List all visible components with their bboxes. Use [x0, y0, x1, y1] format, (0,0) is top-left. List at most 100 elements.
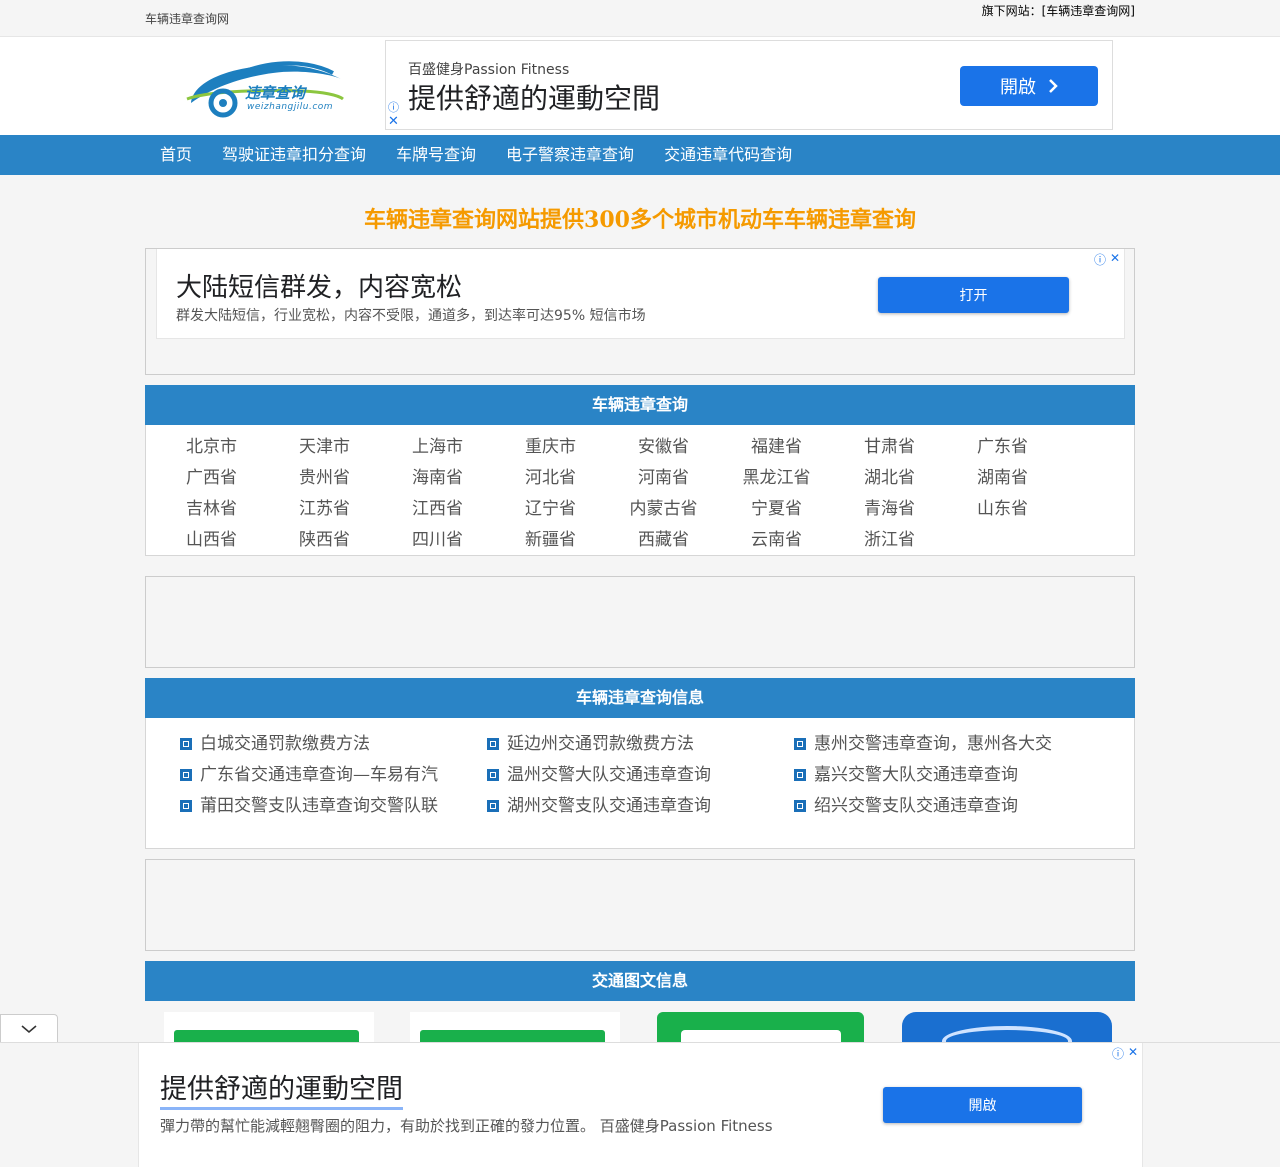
- ad-close-icon[interactable]: ✕: [388, 114, 399, 129]
- city-link[interactable]: 吉林省: [155, 495, 268, 526]
- news-thumbnail[interactable]: [902, 1012, 1112, 1042]
- ad-info-icon[interactable]: ⓘ: [1094, 251, 1106, 268]
- pics-section-title: 交通图文信息: [145, 961, 1135, 1001]
- city-link[interactable]: 重庆市: [494, 433, 607, 464]
- city-link[interactable]: 青海省: [833, 495, 946, 526]
- top-banner-ad[interactable]: 百盛健身Passion Fitness 提供舒適的運動空間 開啟 ⓘ ✕: [385, 40, 1113, 130]
- city-link[interactable]: 河北省: [494, 464, 607, 495]
- info-link-text: 嘉兴交警大队交通违章查询: [814, 764, 1018, 785]
- city-link[interactable]: 福建省: [720, 433, 833, 464]
- site-logo[interactable]: 违章查询 weizhangjilu.com: [183, 53, 348, 119]
- info-link[interactable]: 湖州交警支队交通违章查询: [487, 790, 794, 821]
- city-link[interactable]: 黑龙江省: [720, 464, 833, 495]
- city-link[interactable]: 上海市: [381, 433, 494, 464]
- empty-ad-slot: [145, 859, 1135, 951]
- city-link[interactable]: 云南省: [720, 526, 833, 557]
- info-link[interactable]: 莆田交警支队违章查询交警队联: [180, 790, 487, 821]
- city-link[interactable]: 海南省: [381, 464, 494, 495]
- ad-open-button[interactable]: 開啟: [960, 66, 1098, 106]
- ad-close-icon[interactable]: ✕: [1128, 1045, 1138, 1062]
- news-thumbnail[interactable]: [164, 1012, 374, 1042]
- empty-ad-slot: [145, 576, 1135, 668]
- page-headline: 车辆违章查询网站提供300多个城市机动车车辆违章查询: [364, 207, 916, 233]
- info-link-text: 白城交通罚款缴费方法: [200, 733, 370, 754]
- nav-item-home[interactable]: 首页: [145, 135, 207, 175]
- city-link[interactable]: 新疆省: [494, 526, 607, 557]
- nav-item-violation-codes[interactable]: 交通违章代码查询: [649, 135, 807, 175]
- info-section: 车辆违章查询信息 白城交通罚款缴费方法 延边州交通罚款缴费方法 惠州交警违章查询…: [145, 678, 1135, 849]
- city-link[interactable]: 山西省: [155, 526, 268, 557]
- city-link[interactable]: 陕西省: [268, 526, 381, 557]
- city-link[interactable]: 河南省: [607, 464, 720, 495]
- city-link[interactable]: 宁夏省: [720, 495, 833, 526]
- city-row: 广西省 贵州省 海南省 河北省 河南省 黑龙江省 湖北省 湖南省: [146, 464, 1134, 495]
- collapse-ad-button[interactable]: [0, 1014, 58, 1042]
- city-link[interactable]: 辽宁省: [494, 495, 607, 526]
- ad-info-icon[interactable]: ⓘ: [1112, 1045, 1124, 1062]
- header: 违章查询 weizhangjilu.com 百盛健身Passion Fitnes…: [0, 37, 1280, 135]
- ad-content[interactable]: 大陆短信群发，内容宽松 群发大陆短信，行业宽松，内容不受限，通道多，到达率可达9…: [156, 249, 1125, 339]
- bottom-sticky-ad[interactable]: 提供舒適的運動空間 彈力帶的幫忙能減輕翹臀圈的阻力，有助於找到正確的發力位置。 …: [0, 1042, 1280, 1167]
- info-link[interactable]: 广东省交通违章查询—车易有汽: [180, 759, 487, 790]
- ad-headline[interactable]: 大陆短信群发，内容宽松: [176, 267, 462, 304]
- city-link[interactable]: 江苏省: [268, 495, 381, 526]
- info-list: 白城交通罚款缴费方法 延边州交通罚款缴费方法 惠州交警违章查询，惠州各大交 广东…: [146, 718, 1134, 821]
- ad-headline[interactable]: 提供舒適的運動空間: [160, 1073, 403, 1110]
- sister-site-link[interactable]: 旗下网站：[车辆违章查询网]: [982, 2, 1135, 19]
- info-link[interactable]: 延边州交通罚款缴费方法: [487, 728, 794, 759]
- city-link[interactable]: 江西省: [381, 495, 494, 526]
- link-icon: [180, 737, 192, 750]
- info-link[interactable]: 白城交通罚款缴费方法: [180, 728, 487, 759]
- cities-section-title: 车辆违章查询: [145, 385, 1135, 425]
- ad-content[interactable]: 提供舒適的運動空間 彈力帶的幫忙能減輕翹臀圈的阻力，有助於找到正確的發力位置。 …: [138, 1043, 1143, 1167]
- ad-open-button[interactable]: 打开: [878, 277, 1069, 313]
- link-icon: [794, 737, 806, 750]
- chevron-down-icon: [21, 1024, 37, 1033]
- city-link[interactable]: 西藏省: [607, 526, 720, 557]
- info-link[interactable]: 绍兴交警支队交通违章查询: [794, 790, 1101, 821]
- city-link[interactable]: 广西省: [155, 464, 268, 495]
- city-link[interactable]: 内蒙古省: [607, 495, 720, 526]
- middle-banner-ad[interactable]: 大陆短信群发，内容宽松 群发大陆短信，行业宽松，内容不受限，通道多，到达率可达9…: [145, 248, 1135, 375]
- ad-open-button[interactable]: 開啟: [883, 1087, 1082, 1123]
- link-icon: [487, 799, 499, 812]
- city-link[interactable]: 湖南省: [946, 464, 1059, 495]
- city-link[interactable]: 贵州省: [268, 464, 381, 495]
- city-link[interactable]: 四川省: [381, 526, 494, 557]
- link-icon: [487, 768, 499, 781]
- info-row: 广东省交通违章查询—车易有汽 温州交警大队交通违章查询 嘉兴交警大队交通违章查询: [180, 759, 1134, 790]
- city-link[interactable]: 浙江省: [833, 526, 946, 557]
- ad-info-icon[interactable]: ⓘ: [388, 99, 399, 115]
- cities-section: 车辆违章查询 北京市 天津市 上海市 重庆市 安徽省 福建省 甘肃省 广东省 广…: [145, 385, 1135, 556]
- link-icon: [794, 799, 806, 812]
- link-icon: [180, 768, 192, 781]
- ad-close-icon[interactable]: ✕: [1110, 251, 1120, 268]
- ad-headline[interactable]: 提供舒適的運動空間: [408, 77, 660, 117]
- news-thumbnail[interactable]: [657, 1012, 864, 1042]
- info-link[interactable]: 温州交警大队交通违章查询: [487, 759, 794, 790]
- city-link[interactable]: 北京市: [155, 433, 268, 464]
- nav-item-license-points[interactable]: 驾驶证违章扣分查询: [207, 135, 381, 175]
- city-link[interactable]: 湖北省: [833, 464, 946, 495]
- city-row: 北京市 天津市 上海市 重庆市 安徽省 福建省 甘肃省 广东省: [146, 433, 1134, 464]
- info-link[interactable]: 嘉兴交警大队交通违章查询: [794, 759, 1101, 790]
- nav-item-e-police[interactable]: 电子警察违章查询: [491, 135, 649, 175]
- ad-description: 群发大陆短信，行业宽松，内容不受限，通道多，到达率可达95% 短信市场: [176, 308, 646, 324]
- link-icon: [794, 768, 806, 781]
- city-row: 吉林省 江苏省 江西省 辽宁省 内蒙古省 宁夏省 青海省 山东省: [146, 495, 1134, 526]
- city-row: 山西省 陕西省 四川省 新疆省 西藏省 云南省 浙江省: [146, 526, 1134, 557]
- info-row: 白城交通罚款缴费方法 延边州交通罚款缴费方法 惠州交警违章查询，惠州各大交: [180, 728, 1134, 759]
- nav-item-plate-query[interactable]: 车牌号查询: [381, 135, 491, 175]
- city-link[interactable]: 天津市: [268, 433, 381, 464]
- city-link[interactable]: 甘肃省: [833, 433, 946, 464]
- city-link[interactable]: 安徽省: [607, 433, 720, 464]
- site-name[interactable]: 车辆违章查询网: [145, 10, 229, 27]
- info-link-text: 绍兴交警支队交通违章查询: [814, 795, 1018, 816]
- city-list: 北京市 天津市 上海市 重庆市 安徽省 福建省 甘肃省 广东省 广西省 贵州省 …: [146, 425, 1134, 557]
- ad-controls: ⓘ ✕: [1112, 1045, 1138, 1062]
- top-bar: 车辆违章查询网 旗下网站：[车辆违章查询网]: [0, 0, 1280, 37]
- city-link[interactable]: 广东省: [946, 433, 1059, 464]
- news-thumbnail[interactable]: [410, 1012, 620, 1042]
- city-link[interactable]: 山东省: [946, 495, 1059, 526]
- info-link[interactable]: 惠州交警违章查询，惠州各大交: [794, 728, 1101, 759]
